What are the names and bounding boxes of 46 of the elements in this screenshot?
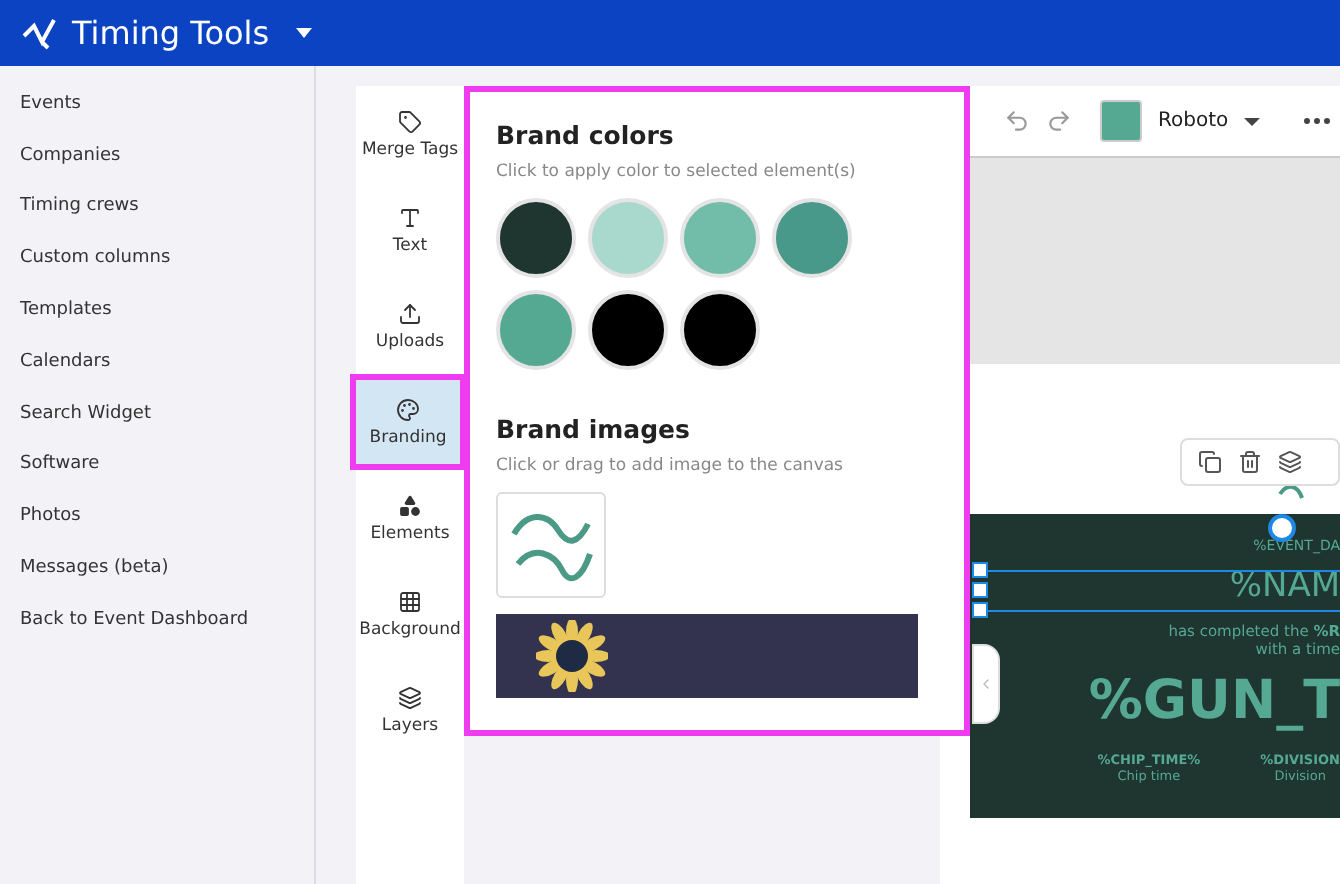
color-swatch[interactable]	[588, 290, 668, 370]
copy-icon[interactable]	[1198, 450, 1222, 474]
section-hint: Click to apply color to selected element(s)	[496, 162, 858, 182]
sunflower-banner-image[interactable]	[496, 614, 918, 698]
color-swatch[interactable]	[680, 198, 760, 278]
chart-logo-icon	[20, 15, 60, 51]
lettering-image-thumbnail[interactable]	[496, 492, 606, 598]
tool-tab[interactable]: Branding	[350, 374, 466, 470]
name-tag[interactable]: %NAM	[1221, 566, 1340, 606]
sidebar-item[interactable]: Templates	[0, 284, 314, 336]
sidebar-item[interactable]: Companies	[0, 129, 314, 182]
color-swatch[interactable]	[772, 198, 852, 278]
app-title: Timing Tools	[72, 14, 270, 52]
sidebar-item[interactable]: Software	[0, 439, 314, 491]
color-swatch[interactable]	[588, 198, 668, 278]
delete-icon[interactable]	[1238, 450, 1262, 474]
text-icon	[398, 205, 422, 229]
tag-icon	[398, 109, 422, 133]
section-title: Brand colors	[496, 120, 676, 150]
sidebar-item[interactable]: Calendars	[0, 335, 314, 388]
sidebar-item[interactable]: Messages (beta)	[0, 542, 314, 594]
collapse-handle[interactable]	[972, 644, 1000, 724]
gun-time-tag: %GUN_T	[1088, 670, 1340, 732]
sidebar-item[interactable]: Search Widget	[0, 387, 314, 440]
undo-icon[interactable]	[1004, 108, 1030, 134]
sidebar-item[interactable]: Custom columns	[0, 232, 314, 285]
section-title: Brand images	[496, 414, 692, 444]
sidebar-item[interactable]: Events	[0, 78, 314, 130]
section-hint: Click or drag to add image to the canvas	[496, 456, 845, 476]
shapes-icon	[398, 493, 422, 517]
sidebar-item[interactable]: Back to Event Dashboard	[0, 593, 314, 646]
layers-icon[interactable]	[1278, 450, 1302, 474]
layers-icon	[398, 685, 422, 709]
redo-icon[interactable]	[1046, 108, 1072, 134]
color-swatch[interactable]	[496, 290, 576, 370]
sidebar-item[interactable]: Photos	[0, 490, 314, 543]
font-dropdown[interactable]: Roboto	[1158, 110, 1261, 132]
dropdown-caret-icon[interactable]	[293, 27, 314, 39]
sidebar-item[interactable]: Timing crews	[0, 181, 314, 233]
grid-icon	[398, 589, 422, 613]
palette-icon	[396, 397, 420, 421]
upload-icon	[398, 301, 422, 325]
color-swatch[interactable]	[680, 290, 760, 370]
color-swatch[interactable]	[496, 198, 576, 278]
color-swatch[interactable]	[1100, 100, 1142, 142]
more-icon[interactable]	[1304, 118, 1331, 124]
